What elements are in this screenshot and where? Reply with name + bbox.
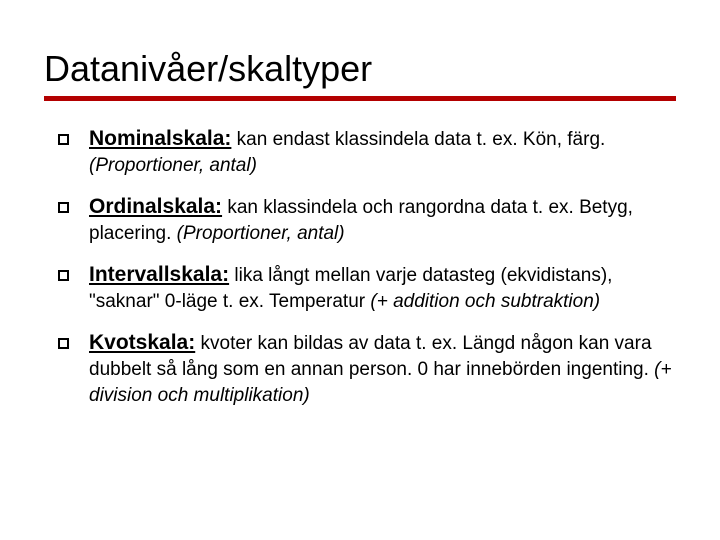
term: Kvotskala: [89, 331, 195, 354]
square-bullet-icon [58, 134, 69, 145]
term: Intervallskala: [89, 263, 229, 286]
list-item: Kvotskala: kvoter kan bildas av data t. … [58, 329, 676, 409]
square-bullet-icon [58, 202, 69, 213]
square-bullet-icon [58, 338, 69, 349]
list-item: Intervallskala: lika långt mellan varje … [58, 261, 676, 315]
slide-title: Datanivåer/skaltyper [44, 48, 676, 90]
italic-note: (+ addition och subtraktion) [370, 291, 600, 312]
bullet-list: Nominalskala: kan endast klassindela dat… [44, 125, 676, 409]
list-item-text: Nominalskala: kan endast klassindela dat… [89, 125, 676, 179]
italic-note: (Proportioner, antal) [177, 223, 345, 244]
list-item-text: Ordinalskala: kan klassindela och rangor… [89, 193, 676, 247]
italic-note: (Proportioner, antal) [89, 155, 257, 176]
square-bullet-icon [58, 270, 69, 281]
term: Nominalskala: [89, 127, 231, 150]
list-item: Nominalskala: kan endast klassindela dat… [58, 125, 676, 179]
list-item-text: Intervallskala: lika långt mellan varje … [89, 261, 676, 315]
description: kan endast klassindela data t. ex. Kön, … [231, 129, 605, 150]
term: Ordinalskala: [89, 195, 222, 218]
list-item: Ordinalskala: kan klassindela och rangor… [58, 193, 676, 247]
title-underline [44, 96, 676, 101]
list-item-text: Kvotskala: kvoter kan bildas av data t. … [89, 329, 676, 409]
slide: Datanivåer/skaltyper Nominalskala: kan e… [0, 0, 720, 463]
